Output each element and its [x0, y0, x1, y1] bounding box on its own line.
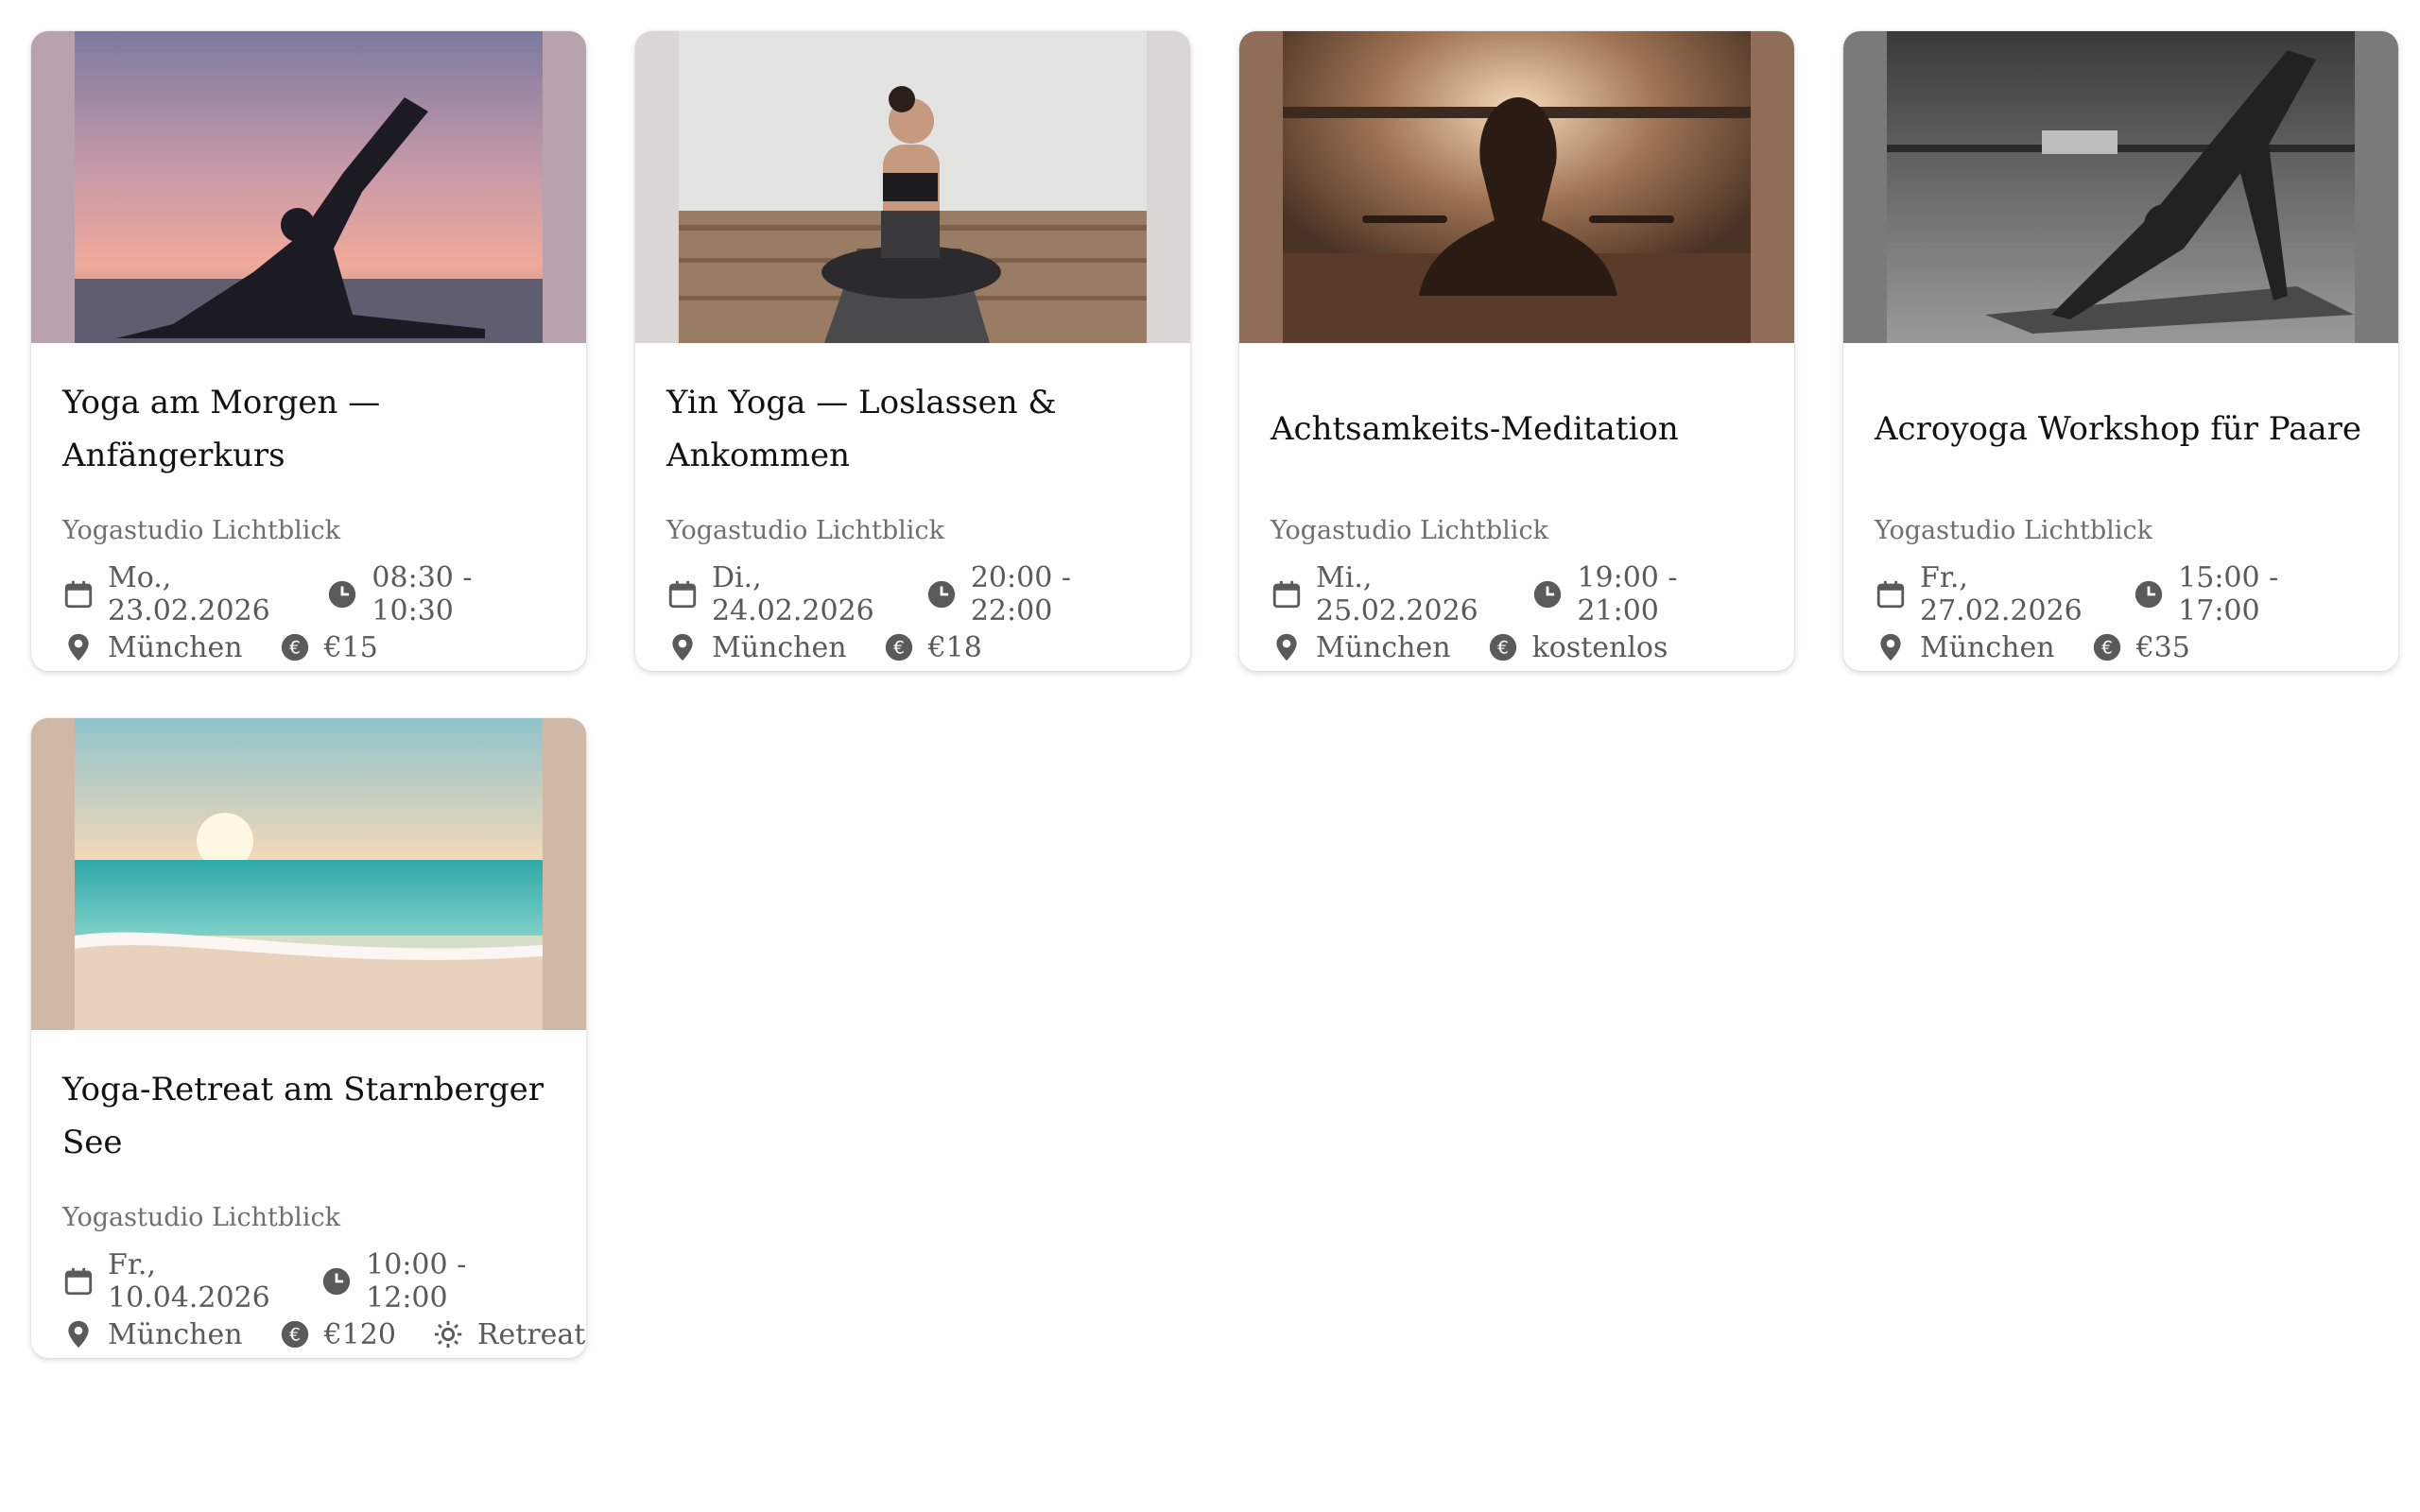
- event-meta-row: München € €15: [62, 621, 555, 671]
- event-title[interactable]: Acroyoga Workshop für Paare: [1875, 403, 2361, 455]
- event-time: 10:00 - 12:00: [320, 1248, 519, 1314]
- event-meta-row: Mo., 23.02.2026 08:30 - 10:30: [62, 561, 555, 627]
- event-price-text: €35: [2135, 630, 2190, 664]
- event-price: € kostenlos: [1487, 631, 1668, 664]
- event-location: München: [62, 1318, 243, 1351]
- event-location: München: [1270, 631, 1451, 664]
- event-time-text: 08:30 - 10:30: [372, 561, 473, 627]
- event-card[interactable]: Yoga-Retreat am Starnberger See Yogastud…: [31, 718, 586, 1358]
- clock-icon: [326, 578, 358, 610]
- event-studio: Yogastudio Lichtblick: [1875, 516, 2152, 545]
- event-date: Fr., 27.02.2026: [1875, 561, 2097, 627]
- event-date-text: Fr., 27.02.2026: [1920, 561, 2083, 627]
- event-meta-row: Mi., 25.02.2026 19:00 - 21:00: [1270, 561, 1763, 627]
- clock-icon: [1531, 578, 1564, 610]
- event-price-text: kostenlos: [1531, 630, 1668, 664]
- event-card[interactable]: Acroyoga Workshop für Paare Yogastudio L…: [1843, 31, 2398, 671]
- event-title[interactable]: Achtsamkeits-Meditation: [1270, 403, 1679, 455]
- event-grid: Yoga am Morgen — Anfängerkurs Yogastudio…: [31, 31, 2398, 1358]
- location-pin-icon: [62, 631, 95, 663]
- euro-coin-icon: €: [1487, 631, 1519, 663]
- location-pin-icon: [1875, 631, 1907, 663]
- event-meta-row: München € €18: [666, 621, 1159, 671]
- event-location-text: München: [712, 630, 847, 664]
- euro-coin-icon: €: [2091, 631, 2123, 663]
- event-image: [31, 718, 586, 1030]
- event-image: [31, 31, 586, 343]
- svg-text:€: €: [1497, 638, 1509, 658]
- euro-coin-icon: €: [883, 631, 915, 663]
- location-pin-icon: [62, 1318, 95, 1350]
- euro-coin-icon: €: [279, 631, 311, 663]
- event-time-text: 19:00 - 21:00: [1577, 561, 1678, 627]
- event-time-text: 15:00 - 17:00: [2178, 561, 2279, 627]
- clock-icon: [2133, 578, 2165, 610]
- event-date: Mi., 25.02.2026: [1270, 561, 1495, 627]
- location-pin-icon: [666, 631, 699, 663]
- clock-icon: [925, 578, 958, 610]
- calendar-icon: [666, 578, 699, 610]
- event-price: € €35: [2091, 631, 2190, 664]
- event-meta-row: München € kostenlos: [1270, 621, 1763, 671]
- euro-coin-icon: €: [279, 1318, 311, 1350]
- event-time: 19:00 - 21:00: [1531, 561, 1727, 627]
- event-location: München: [666, 631, 847, 664]
- calendar-icon: [62, 578, 95, 610]
- event-image: [1843, 31, 2398, 343]
- event-price-text: €120: [323, 1317, 396, 1351]
- event-title[interactable]: Yin Yoga — Loslassen & Ankommen: [666, 376, 1159, 482]
- event-title[interactable]: Yoga am Morgen — Anfängerkurs: [62, 376, 555, 482]
- event-meta-row: Di., 24.02.2026 20:00 - 22:00: [666, 561, 1159, 627]
- calendar-icon: [1875, 578, 1907, 610]
- sun-icon: [432, 1318, 464, 1350]
- calendar-icon: [62, 1265, 95, 1297]
- event-card[interactable]: Achtsamkeits-Meditation Yogastudio Licht…: [1239, 31, 1794, 671]
- svg-text:€: €: [2101, 638, 2113, 658]
- svg-text:€: €: [893, 638, 905, 658]
- event-price: € €120: [279, 1318, 396, 1351]
- clock-icon: [320, 1265, 353, 1297]
- event-studio: Yogastudio Lichtblick: [62, 516, 340, 545]
- event-location-text: München: [108, 630, 243, 664]
- event-category: Retreat: [432, 1318, 585, 1351]
- event-card[interactable]: Yin Yoga — Loslassen & Ankommen Yogastud…: [635, 31, 1190, 671]
- event-image: [635, 31, 1190, 343]
- event-meta-row: Fr., 10.04.2026 10:00 - 12:00: [62, 1248, 555, 1314]
- event-date-text: Mo., 23.02.2026: [108, 561, 270, 627]
- event-studio: Yogastudio Lichtblick: [1270, 516, 1548, 545]
- event-price: € €15: [279, 631, 378, 664]
- event-image: [1239, 31, 1794, 343]
- event-price-text: €15: [323, 630, 378, 664]
- event-date-text: Mi., 25.02.2026: [1316, 561, 1478, 627]
- event-time: 08:30 - 10:30: [326, 561, 519, 627]
- location-pin-icon: [1270, 631, 1303, 663]
- event-title[interactable]: Yoga-Retreat am Starnberger See: [62, 1063, 555, 1169]
- event-meta-row: Fr., 27.02.2026 15:00 - 17:00: [1875, 561, 2367, 627]
- event-meta-row: München € €35: [1875, 621, 2367, 671]
- calendar-icon: [1270, 578, 1303, 610]
- event-date: Mo., 23.02.2026: [62, 561, 290, 627]
- event-location: München: [1875, 631, 2055, 664]
- svg-text:€: €: [289, 1325, 301, 1345]
- event-location-text: München: [108, 1317, 243, 1351]
- event-card[interactable]: Yoga am Morgen — Anfängerkurs Yogastudio…: [31, 31, 586, 671]
- event-date-text: Di., 24.02.2026: [712, 561, 874, 627]
- event-price-text: €18: [927, 630, 982, 664]
- event-date: Di., 24.02.2026: [666, 561, 890, 627]
- event-time-text: 10:00 - 12:00: [366, 1248, 467, 1314]
- event-location-text: München: [1316, 630, 1451, 664]
- event-time-text: 20:00 - 22:00: [970, 561, 1071, 627]
- event-time: 15:00 - 17:00: [2133, 561, 2331, 627]
- event-meta-row: München € €120 Retreat: [62, 1308, 585, 1358]
- event-location: München: [62, 631, 243, 664]
- event-date-text: Fr., 10.04.2026: [108, 1248, 270, 1314]
- event-date: Fr., 10.04.2026: [62, 1248, 285, 1314]
- event-price: € €18: [883, 631, 982, 664]
- event-studio: Yogastudio Lichtblick: [666, 516, 944, 545]
- svg-text:€: €: [289, 638, 301, 658]
- event-category-text: Retreat: [476, 1317, 586, 1351]
- event-time: 20:00 - 22:00: [925, 561, 1123, 627]
- event-location-text: München: [1920, 630, 2055, 664]
- event-studio: Yogastudio Lichtblick: [62, 1203, 340, 1232]
